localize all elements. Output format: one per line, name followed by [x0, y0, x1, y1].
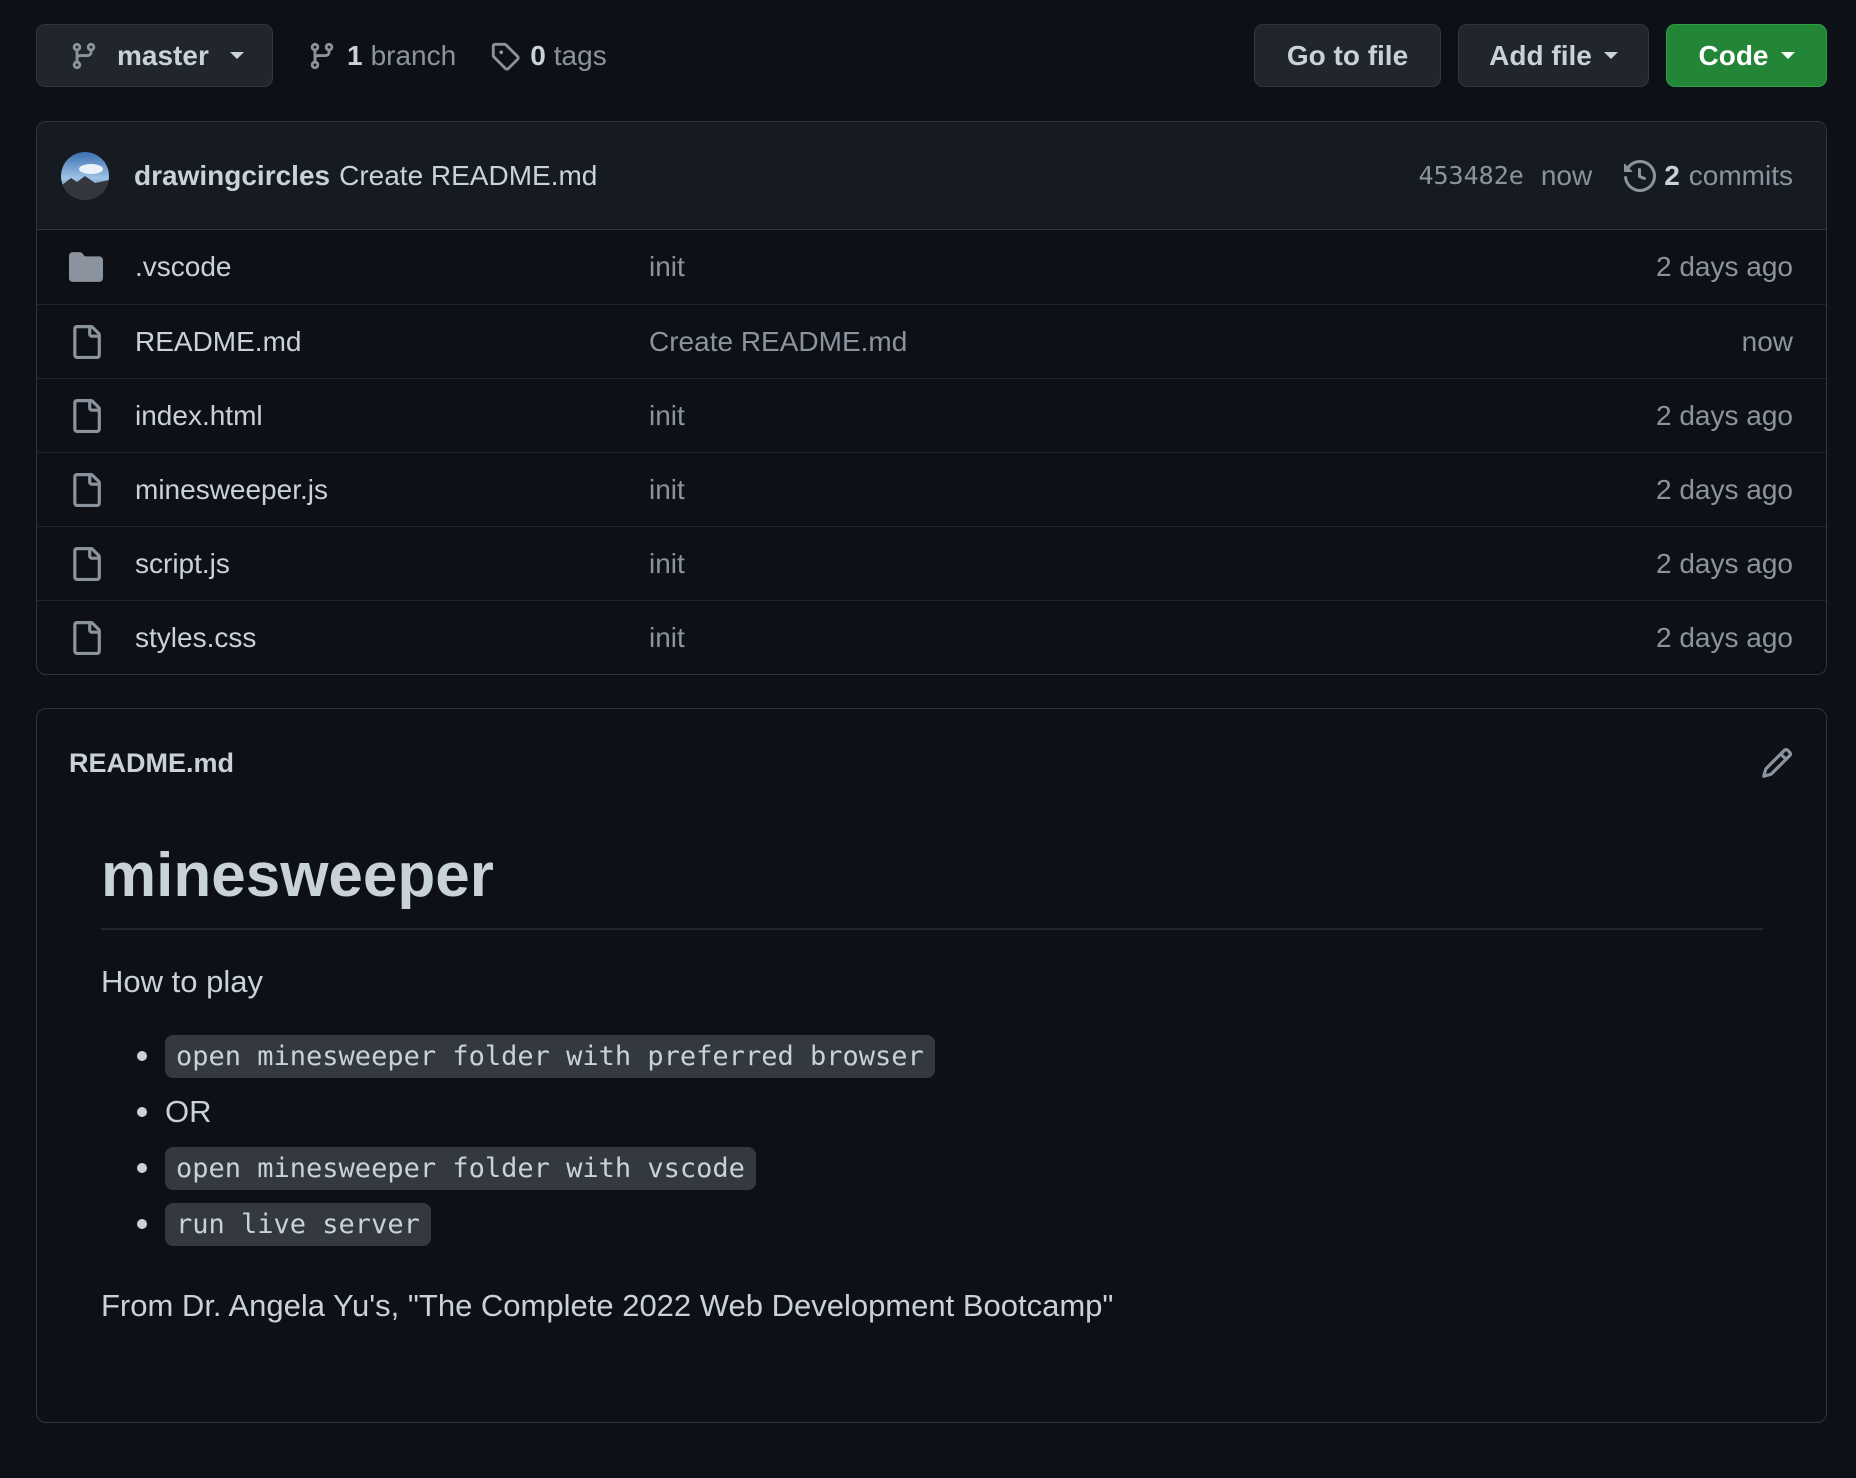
file-commit-message-link[interactable]: init — [649, 622, 1656, 654]
file-commit-age: 2 days ago — [1656, 547, 1793, 579]
history-icon — [1624, 159, 1657, 192]
chevron-down-icon — [1603, 52, 1618, 59]
file-commit-age: 2 days ago — [1656, 399, 1793, 431]
table-row[interactable]: minesweeper.js init 2 days ago — [37, 452, 1826, 526]
chevron-down-icon — [230, 52, 244, 59]
commit-message[interactable]: Create README.md — [339, 160, 597, 192]
commits-history-link[interactable]: 2 commits — [1624, 160, 1793, 192]
file-commit-age: now — [1741, 325, 1793, 357]
file-icon — [69, 398, 103, 433]
add-file-button[interactable]: Add file — [1458, 24, 1649, 87]
readme-header: README.md — [37, 709, 1826, 817]
file-name-link[interactable]: README.md — [135, 326, 649, 358]
branch-name: master — [117, 39, 209, 71]
table-row[interactable]: README.md Create README.md now — [37, 304, 1826, 378]
go-to-file-button[interactable]: Go to file — [1254, 24, 1441, 87]
chevron-down-icon — [1780, 52, 1795, 59]
table-row[interactable]: styles.css init 2 days ago — [37, 600, 1826, 674]
table-row[interactable]: index.html init 2 days ago — [37, 378, 1826, 452]
file-commit-message-link[interactable]: init — [649, 400, 1656, 432]
file-icon — [69, 546, 103, 581]
inline-code: open minesweeper folder with vscode — [165, 1146, 756, 1190]
list-item-text: OR — [165, 1094, 212, 1130]
code-button[interactable]: Code — [1666, 24, 1827, 87]
file-icon — [69, 472, 103, 507]
file-name-link[interactable]: script.js — [135, 548, 649, 580]
branch-count: 1 — [347, 39, 363, 71]
file-icon — [69, 324, 103, 359]
readme-intro: How to play — [101, 964, 263, 1000]
table-row[interactable]: .vscode init 2 days ago — [37, 230, 1826, 304]
list-item: open minesweeper folder with vscode — [137, 1140, 1763, 1196]
inline-code: run live server — [165, 1202, 431, 1246]
code-label: Code — [1698, 39, 1769, 71]
inline-code: open minesweeper folder with preferred b… — [165, 1034, 935, 1078]
pencil-icon[interactable] — [1760, 746, 1794, 780]
file-name-link[interactable]: styles.css — [135, 622, 649, 654]
commit-author[interactable]: drawingcircles — [134, 160, 330, 192]
readme-footer: From Dr. Angela Yu's, "The Complete 2022… — [101, 1288, 1114, 1324]
tag-icon — [492, 42, 520, 71]
readme-heading: minesweeper — [101, 817, 1763, 931]
repo-toolbar: master 1 branch 0 tags Go to file Add fi… — [36, 24, 1827, 87]
file-commit-message-link[interactable]: init — [649, 548, 1656, 580]
file-name-link[interactable]: .vscode — [135, 251, 649, 283]
branch-icon — [72, 42, 96, 69]
file-commit-age: 2 days ago — [1656, 621, 1793, 653]
readme-content: minesweeper How to play open minesweeper… — [37, 817, 1826, 1324]
table-row[interactable]: script.js init 2 days ago — [37, 526, 1826, 600]
tag-label: tags — [553, 39, 607, 71]
list-item: open minesweeper folder with preferred b… — [137, 1028, 1763, 1084]
commit-sha[interactable]: 453482e — [1418, 161, 1523, 190]
branch-select-button[interactable]: master — [36, 24, 273, 87]
file-commit-message-link[interactable]: init — [649, 474, 1656, 506]
readme-filename[interactable]: README.md — [69, 748, 1760, 779]
commit-count: 2 — [1664, 159, 1680, 191]
file-commit-message-link[interactable]: init — [649, 251, 1656, 283]
file-commit-message-link[interactable]: Create README.md — [649, 326, 1742, 358]
file-name-link[interactable]: minesweeper.js — [135, 474, 649, 506]
tags-link[interactable]: 0 tags — [490, 40, 607, 72]
file-listing: drawingcircles Create README.md 453482e … — [36, 121, 1827, 675]
tag-count: 0 — [530, 39, 546, 71]
file-name-link[interactable]: index.html — [135, 400, 649, 432]
latest-commit-bar: drawingcircles Create README.md 453482e … — [37, 122, 1826, 230]
folder-icon — [69, 250, 103, 284]
file-commit-age: 2 days ago — [1656, 473, 1793, 505]
branch-label: branch — [370, 39, 457, 71]
readme-list: open minesweeper folder with preferred b… — [101, 1028, 1763, 1252]
branch-icon — [310, 42, 334, 69]
file-rows: .vscode init 2 days ago README.md Create REA… — [37, 230, 1826, 674]
readme-panel: README.md minesweeper How to play open m… — [36, 708, 1827, 1423]
commit-time: now — [1540, 159, 1593, 191]
list-item: OR — [137, 1084, 1763, 1140]
add-file-label: Add file — [1489, 39, 1592, 71]
branches-link[interactable]: 1 branch — [307, 40, 456, 72]
file-icon — [69, 620, 103, 655]
commit-label: commits — [1688, 159, 1793, 191]
list-item: run live server — [137, 1196, 1763, 1252]
avatar[interactable] — [61, 151, 109, 200]
file-commit-age: 2 days ago — [1656, 251, 1793, 282]
